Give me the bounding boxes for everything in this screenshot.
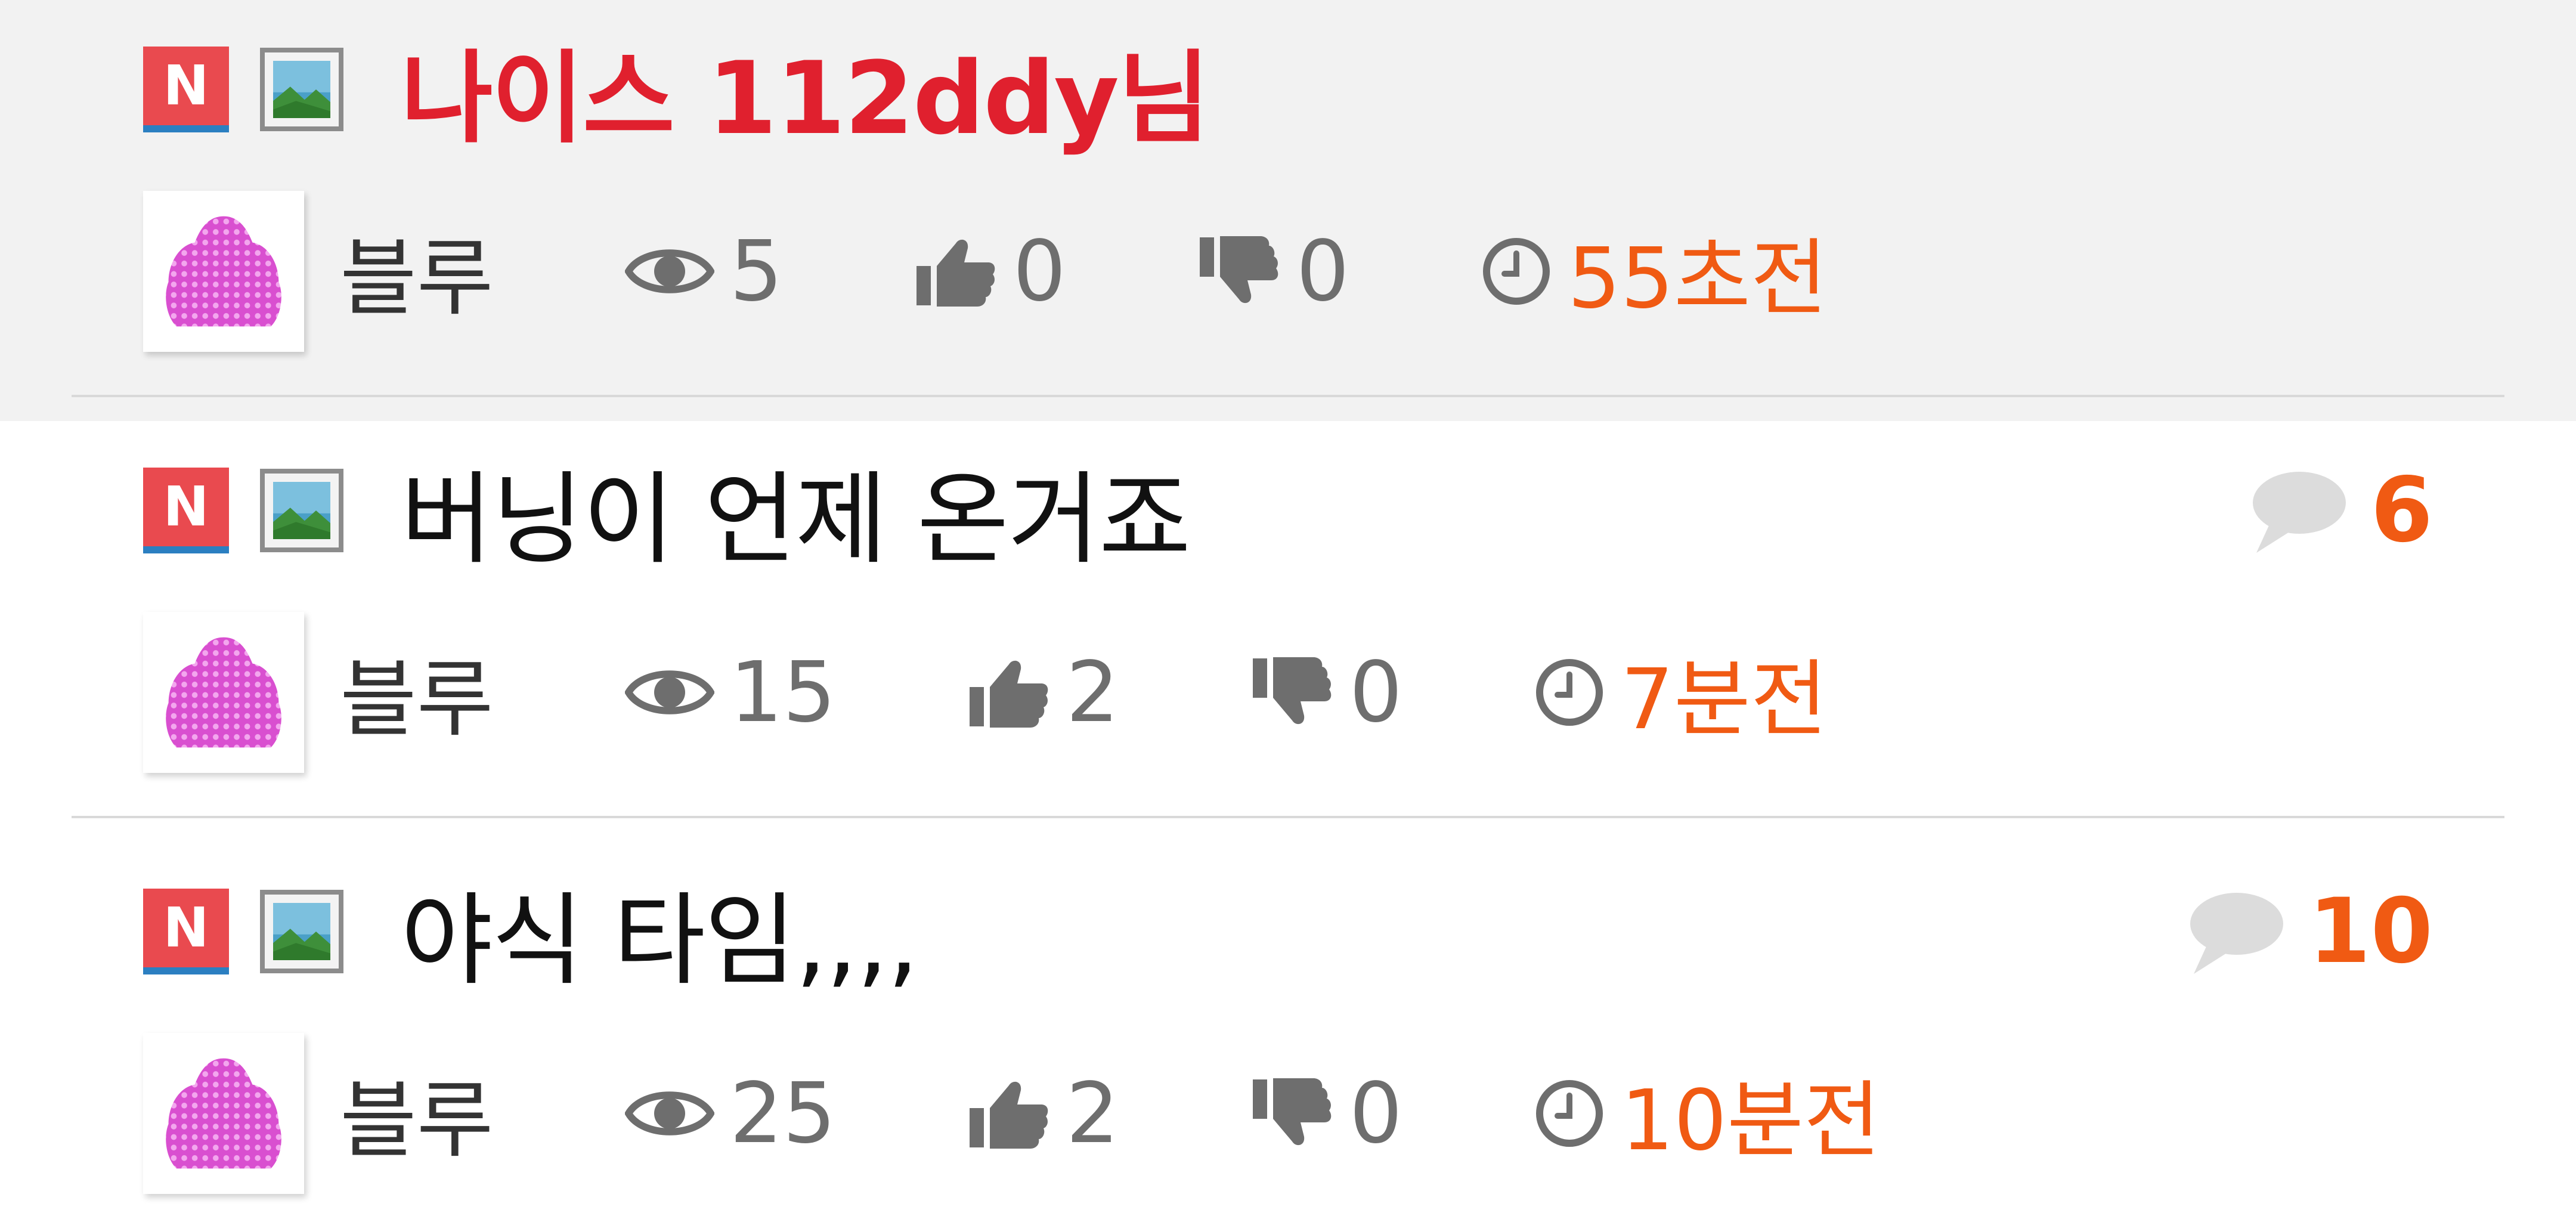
avatar-image — [166, 1058, 281, 1169]
thumbs-down-icon — [1199, 236, 1278, 304]
post-list: N 나이스 112ddy님 블루 5 0 0 55초전 N 버닝이 언제 온거죠… — [0, 0, 2576, 1219]
post-time: 55초전 — [1481, 211, 1828, 332]
row-divider — [72, 395, 2504, 397]
like-count-value: 2 — [1066, 1065, 1119, 1162]
thumbs-down-icon — [1252, 1078, 1332, 1146]
thumbs-up-icon — [969, 660, 1048, 728]
view-count: 15 — [624, 643, 836, 741]
post-title-line: N 나이스 112ddy님 — [143, 0, 1210, 179]
post-title-link[interactable]: 나이스 112ddy님 — [401, 17, 1210, 162]
author-name[interactable]: 블루 — [340, 632, 494, 753]
thumbs-up-icon — [969, 1081, 1048, 1149]
comment-count[interactable]: 6 — [2246, 421, 2433, 600]
eye-icon — [624, 1091, 714, 1136]
post-row[interactable]: N 야식 타임,,,, 10 블루 25 2 0 10분전 — [0, 842, 2576, 1219]
avatar[interactable] — [143, 1033, 304, 1194]
comment-count-value: 10 — [2308, 880, 2433, 983]
post-time-value: 7분전 — [1620, 651, 1828, 748]
like-count[interactable]: 2 — [967, 644, 1119, 741]
avatar-image — [166, 637, 281, 748]
post-meta: 블루 25 2 0 10분전 — [143, 1033, 1881, 1194]
like-count[interactable]: 2 — [967, 1065, 1119, 1162]
post-time-value: 10분전 — [1620, 1072, 1881, 1170]
post-title-link[interactable]: 야식 타임,,,, — [401, 859, 919, 1004]
post-title-line: N 버닝이 언제 온거죠 — [143, 421, 1191, 600]
like-count-value: 0 — [1013, 222, 1066, 320]
view-count: 25 — [624, 1065, 836, 1162]
view-count-value: 5 — [729, 222, 783, 320]
new-badge-icon: N — [143, 889, 229, 974]
post-time-value: 55초전 — [1567, 230, 1828, 327]
post-title-link[interactable]: 버닝이 언제 온거죠 — [401, 438, 1191, 583]
post-title-line: N 야식 타임,,,, — [143, 842, 919, 1021]
row-divider — [72, 816, 2504, 818]
image-attachment-icon — [260, 48, 343, 131]
new-badge-label: N — [163, 54, 209, 117]
author-name[interactable]: 블루 — [340, 1053, 494, 1174]
dislike-count-value: 0 — [1296, 222, 1349, 320]
post-row[interactable]: N 나이스 112ddy님 블루 5 0 0 55초전 — [0, 0, 2576, 421]
thumbs-up-icon — [916, 239, 995, 307]
like-count-value: 2 — [1066, 643, 1119, 741]
dislike-count[interactable]: 0 — [1250, 1065, 1402, 1162]
image-attachment-icon — [260, 890, 343, 973]
clock-icon — [1535, 1080, 1603, 1147]
image-attachment-icon — [260, 469, 343, 552]
comment-count[interactable]: 10 — [2183, 842, 2433, 1021]
view-count: 5 — [624, 222, 783, 320]
dislike-count-value: 0 — [1349, 1065, 1402, 1162]
post-time: 10분전 — [1534, 1053, 1881, 1174]
dislike-count[interactable]: 0 — [1197, 223, 1349, 320]
dislike-count-value: 0 — [1349, 643, 1402, 741]
post-time: 7분전 — [1534, 632, 1828, 753]
avatar[interactable] — [143, 612, 304, 773]
clock-icon — [1482, 238, 1550, 305]
like-count[interactable]: 0 — [914, 223, 1066, 320]
eye-icon — [624, 670, 714, 714]
comment-count-value: 6 — [2370, 459, 2433, 562]
new-badge-icon: N — [143, 47, 229, 132]
new-badge-label: N — [163, 896, 209, 960]
post-meta: 블루 5 0 0 55초전 — [143, 191, 1828, 352]
dislike-count[interactable]: 0 — [1250, 644, 1402, 741]
post-row[interactable]: N 버닝이 언제 온거죠 6 블루 15 2 0 7분전 — [0, 421, 2576, 842]
avatar-image — [166, 216, 281, 327]
speech-bubble-icon — [2190, 893, 2284, 974]
clock-icon — [1535, 659, 1603, 726]
view-count-value: 15 — [729, 643, 836, 741]
avatar[interactable] — [143, 191, 304, 352]
eye-icon — [624, 249, 714, 293]
view-count-value: 25 — [729, 1065, 836, 1162]
thumbs-down-icon — [1252, 657, 1332, 725]
post-meta: 블루 15 2 0 7분전 — [143, 612, 1828, 773]
new-badge-label: N — [163, 475, 209, 539]
author-name[interactable]: 블루 — [340, 211, 494, 332]
new-badge-icon: N — [143, 468, 229, 553]
speech-bubble-icon — [2252, 472, 2346, 553]
